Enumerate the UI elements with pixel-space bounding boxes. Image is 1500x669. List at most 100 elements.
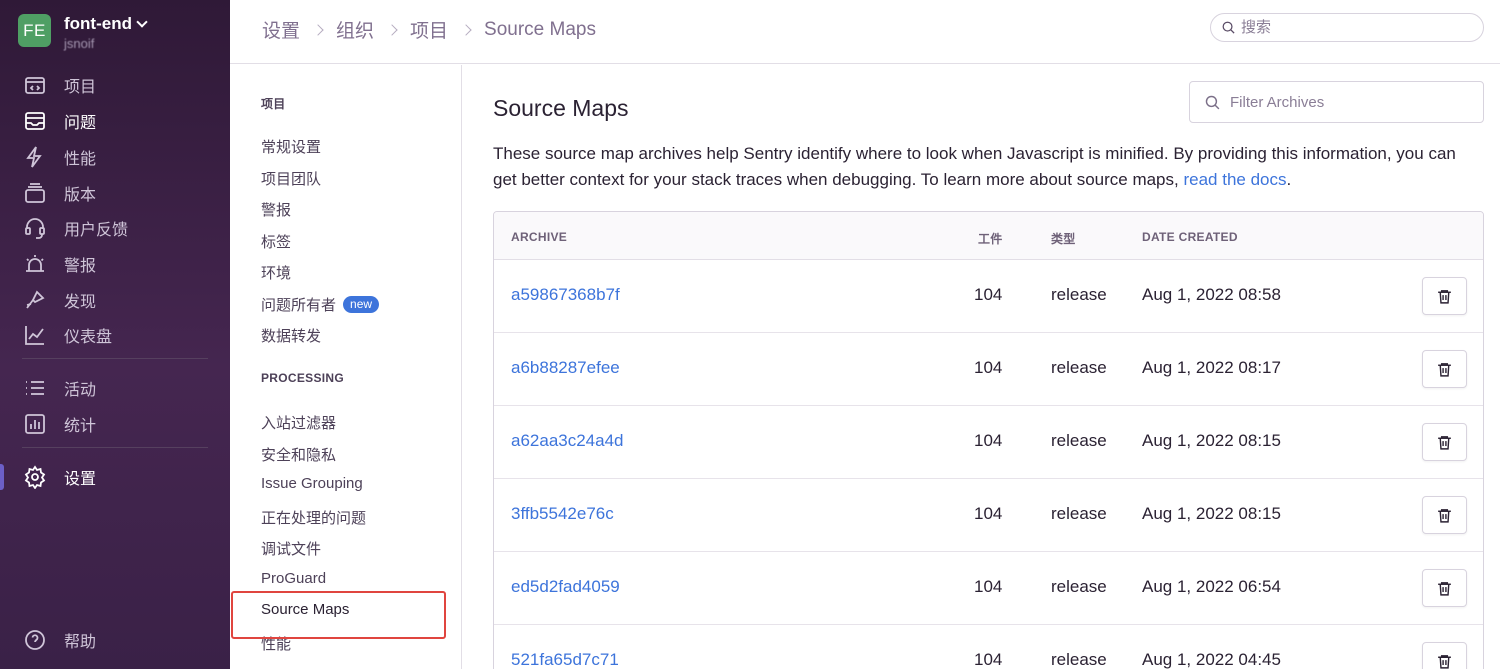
stats-icon	[22, 411, 48, 437]
archive-link[interactable]: a62aa3c24a4d	[511, 431, 624, 451]
subnav-heading-processing: PROCESSING	[261, 371, 345, 385]
table-row: a62aa3c24a4d 104 release Aug 1, 2022 08:…	[494, 406, 1483, 479]
page-description: These source map archives help Sentry id…	[493, 141, 1473, 193]
trash-icon	[1438, 581, 1451, 596]
alerts-icon	[22, 251, 48, 277]
filter-archives-input[interactable]	[1230, 93, 1470, 111]
delete-archive-button[interactable]	[1422, 569, 1467, 607]
sidebar-item-user-feedback[interactable]: 用户反馈	[0, 211, 230, 245]
column-header-artifacts: 工件	[978, 232, 1003, 246]
org-name: font-end	[64, 14, 132, 33]
top-header: 设置 组织 项目 Source Maps	[230, 0, 1500, 64]
dashboards-icon	[22, 322, 48, 348]
archive-type: release	[1051, 650, 1107, 669]
subnav-item-tags[interactable]: 标签	[261, 231, 291, 252]
delete-archive-button[interactable]	[1422, 277, 1467, 315]
subnav-item-inbound-filters[interactable]: 入站过滤器	[261, 412, 336, 433]
subnav-item-debug-files[interactable]: 调试文件	[261, 538, 321, 559]
help-icon	[22, 627, 48, 653]
sidebar-item-settings[interactable]: 设置	[0, 460, 230, 494]
subnav-item-general[interactable]: 常规设置	[261, 136, 321, 157]
breadcrumb: 设置 组织 项目 Source Maps	[262, 16, 596, 43]
subnav-item-processing-issues[interactable]: 正在处理的问题	[261, 507, 366, 528]
org-avatar: FE	[18, 14, 51, 47]
search-input[interactable]	[1241, 19, 1461, 36]
issues-icon	[22, 108, 48, 134]
archive-type: release	[1051, 431, 1107, 450]
subnav-item-data-forwarding[interactable]: 数据转发	[261, 325, 321, 346]
artifact-count: 104	[974, 577, 1003, 596]
sidebar-item-alerts[interactable]: 警报	[0, 247, 230, 281]
archive-type: release	[1051, 577, 1107, 596]
subnav-item-security-privacy[interactable]: 安全和隐私	[261, 444, 336, 465]
read-docs-link[interactable]: read the docs	[1183, 170, 1286, 189]
discover-icon	[22, 287, 48, 313]
filter-archives[interactable]	[1189, 81, 1484, 123]
delete-archive-button[interactable]	[1422, 423, 1467, 461]
sidebar-item-label: 项目	[64, 79, 97, 96]
date-created: Aug 1, 2022 06:54	[1142, 577, 1281, 596]
table-row: a6b88287efee 104 release Aug 1, 2022 08:…	[494, 333, 1483, 406]
sidebar-item-stats[interactable]: 统计	[0, 407, 230, 441]
sidebar-item-activity[interactable]: 活动	[0, 371, 230, 405]
archive-link[interactable]: 3ffb5542e76c	[511, 504, 614, 524]
sidebar-item-label: 设置	[64, 471, 97, 488]
breadcrumb-organization[interactable]: 组织	[336, 16, 374, 43]
sidebar-item-label: 性能	[64, 151, 97, 168]
sidebar-item-label: 帮助	[64, 634, 97, 651]
delete-archive-button[interactable]	[1422, 350, 1467, 388]
search-icon	[1222, 21, 1235, 34]
org-username: jsnoif	[64, 36, 95, 51]
subnav-item-issue-grouping[interactable]: Issue Grouping	[261, 475, 363, 492]
delete-archive-button[interactable]	[1422, 642, 1467, 669]
trash-icon	[1438, 654, 1451, 669]
date-created: Aug 1, 2022 08:58	[1142, 285, 1281, 304]
sidebar-item-releases[interactable]: 版本	[0, 176, 230, 210]
sidebar-item-issues[interactable]: 问题	[0, 104, 230, 138]
sidebar-item-help[interactable]: 帮助	[0, 623, 230, 657]
sidebar-item-performance[interactable]: 性能	[0, 140, 230, 174]
archive-type: release	[1051, 285, 1107, 304]
main-content: Source Maps These source map archives he…	[463, 65, 1500, 669]
releases-icon	[22, 180, 48, 206]
trash-icon	[1438, 362, 1451, 377]
sidebar-item-dashboards[interactable]: 仪表盘	[0, 318, 230, 352]
org-switcher[interactable]: FE font-end jsnoif	[18, 14, 148, 51]
archive-link[interactable]: 521fa65d7c71	[511, 650, 619, 669]
sidebar-item-discover[interactable]: 发现	[0, 283, 230, 317]
activity-icon	[22, 375, 48, 401]
artifact-count: 104	[974, 358, 1003, 377]
breadcrumb-settings[interactable]: 设置	[262, 16, 300, 43]
subnav-item-project-teams[interactable]: 项目团队	[261, 168, 321, 189]
sidebar: FE font-end jsnoif 项目 问题 性能 版本 用户反馈 警报 发…	[0, 0, 230, 669]
settings-subnav: 项目 常规设置 项目团队 警报 标签 环境 问题所有者 new 数据转发 PRO…	[230, 65, 462, 669]
subnav-item-issue-owners[interactable]: 问题所有者 new	[261, 294, 380, 315]
artifact-count: 104	[974, 431, 1003, 450]
archives-table: ARCHIVE 工件 类型 DATE CREATED a59867368b7f …	[493, 211, 1484, 669]
date-created: Aug 1, 2022 04:45	[1142, 650, 1281, 669]
column-header-archive: ARCHIVE	[511, 230, 568, 244]
delete-archive-button[interactable]	[1422, 496, 1467, 534]
chevron-right-icon	[460, 23, 472, 36]
global-search[interactable]	[1210, 13, 1484, 42]
date-created: Aug 1, 2022 08:15	[1142, 431, 1281, 450]
column-header-type: 类型	[1051, 232, 1076, 246]
archive-link[interactable]: a6b88287efee	[511, 358, 620, 378]
breadcrumb-project[interactable]: 项目	[410, 16, 448, 43]
sidebar-item-projects[interactable]: 项目	[0, 68, 230, 102]
chevron-right-icon	[386, 23, 398, 36]
archive-link[interactable]: ed5d2fad4059	[511, 577, 620, 597]
sidebar-item-label: 统计	[64, 418, 97, 435]
archive-link[interactable]: a59867368b7f	[511, 285, 620, 305]
subnav-item-alerts[interactable]: 警报	[261, 199, 291, 220]
subnav-item-environments[interactable]: 环境	[261, 262, 291, 283]
subnav-item-proguard[interactable]: ProGuard	[261, 570, 326, 587]
description-suffix: .	[1286, 170, 1292, 189]
sidebar-item-label: 用户反馈	[64, 222, 129, 239]
description-text: These source map archives help Sentry id…	[493, 144, 1456, 189]
page-title: Source Maps	[493, 95, 629, 121]
date-created: Aug 1, 2022 08:15	[1142, 504, 1281, 523]
sidebar-divider	[22, 358, 208, 359]
table-row: 521fa65d7c71 104 release Aug 1, 2022 04:…	[494, 625, 1483, 669]
search-icon	[1205, 95, 1220, 109]
